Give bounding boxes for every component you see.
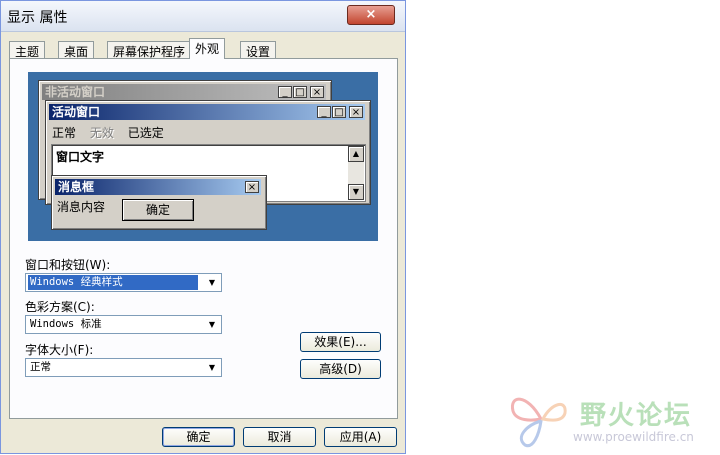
menu-disabled: 无效 bbox=[89, 126, 114, 140]
preview-scrollbar: ▲ ▼ bbox=[348, 146, 364, 200]
close-icon: × bbox=[310, 86, 324, 98]
preview-message-box: 消息框 × 消息内容 确定 bbox=[51, 175, 267, 230]
apply-button[interactable]: 应用(A) bbox=[324, 427, 397, 447]
msgbox-title: 消息框 bbox=[58, 180, 95, 194]
active-title-bar: 活动窗口 _ □ × bbox=[49, 104, 365, 120]
windows-buttons-value: Windows 经典样式 bbox=[28, 275, 198, 290]
maximize-icon: □ bbox=[293, 86, 307, 98]
inactive-window-title: 非活动窗口 bbox=[45, 85, 106, 99]
close-button[interactable]: × bbox=[347, 5, 395, 25]
display-properties-dialog: 显示 属性 × 主题 桌面 屏幕保护程序 外观 设置 非活动窗口 _ □ × 活… bbox=[0, 0, 406, 454]
tab-screensaver[interactable]: 屏幕保护程序 bbox=[107, 41, 192, 59]
title-bar[interactable]: 显示 属性 × bbox=[1, 1, 405, 32]
color-scheme-select[interactable]: Windows 标准 ▼ bbox=[25, 315, 222, 334]
msgbox-ok-button: 确定 bbox=[122, 199, 194, 221]
close-icon: × bbox=[245, 181, 259, 193]
watermark-text: 野火论坛 bbox=[580, 401, 693, 431]
tab-desktop[interactable]: 桌面 bbox=[58, 41, 95, 59]
windows-buttons-label: 窗口和按钮(W): bbox=[25, 258, 111, 272]
menu-selected: 已选定 bbox=[127, 126, 164, 140]
inactive-title-bar: 非活动窗口 _ □ × bbox=[42, 84, 326, 100]
forum-watermark: 野火论坛 www.proewildfire.cn bbox=[505, 385, 720, 455]
butterfly-logo-icon bbox=[510, 397, 567, 448]
font-size-select[interactable]: 正常 ▼ bbox=[25, 358, 222, 377]
chevron-down-icon[interactable]: ▼ bbox=[205, 361, 219, 375]
effects-button[interactable]: 效果(E)... bbox=[300, 332, 381, 352]
minimize-icon: _ bbox=[278, 86, 292, 98]
msgbox-text: 消息内容 bbox=[57, 200, 106, 214]
active-window-title: 活动窗口 bbox=[52, 105, 101, 119]
cancel-button[interactable]: 取消 bbox=[243, 427, 316, 447]
preview-menu-bar: 正常 无效 已选定 bbox=[52, 124, 174, 141]
tab-settings[interactable]: 设置 bbox=[240, 41, 277, 59]
menu-normal: 正常 bbox=[52, 126, 77, 140]
tab-appearance[interactable]: 外观 bbox=[189, 38, 226, 59]
close-icon: × bbox=[365, 7, 377, 22]
advanced-button[interactable]: 高级(D) bbox=[300, 359, 381, 379]
scroll-up-icon: ▲ bbox=[348, 146, 364, 162]
msgbox-title-bar: 消息框 × bbox=[55, 179, 261, 195]
color-scheme-label: 色彩方案(C): bbox=[25, 300, 95, 314]
ok-button[interactable]: 确定 bbox=[162, 427, 235, 447]
scroll-down-icon: ▼ bbox=[348, 184, 364, 200]
tab-themes[interactable]: 主题 bbox=[9, 41, 46, 59]
maximize-icon: □ bbox=[332, 106, 346, 118]
font-size-label: 字体大小(F): bbox=[25, 343, 94, 357]
window-text: 窗口文字 bbox=[56, 150, 105, 164]
window-title: 显示 属性 bbox=[7, 10, 68, 26]
font-size-value: 正常 bbox=[30, 361, 51, 373]
chevron-down-icon[interactable]: ▼ bbox=[205, 276, 219, 290]
color-scheme-value: Windows 标准 bbox=[30, 318, 102, 330]
windows-buttons-select[interactable]: Windows 经典样式 ▼ bbox=[25, 273, 222, 292]
appearance-panel: 非活动窗口 _ □ × 活动窗口 _ □ × 正常 无效 已选定 窗口文字 ▲ … bbox=[9, 58, 398, 419]
watermark-url: www.proewildfire.cn bbox=[573, 430, 694, 444]
minimize-icon: _ bbox=[317, 106, 331, 118]
appearance-preview: 非活动窗口 _ □ × 活动窗口 _ □ × 正常 无效 已选定 窗口文字 ▲ … bbox=[28, 72, 378, 241]
chevron-down-icon[interactable]: ▼ bbox=[205, 318, 219, 332]
close-icon: × bbox=[349, 106, 363, 118]
